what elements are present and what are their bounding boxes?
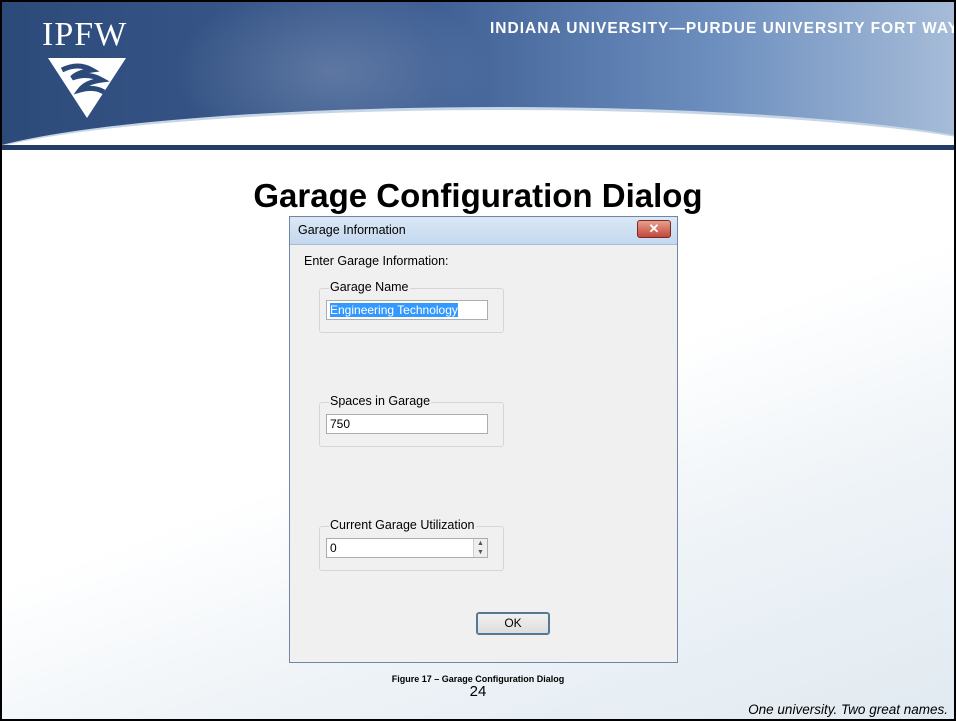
spaces-group: Spaces in Garage 750 (319, 394, 504, 447)
spin-arrows-icon[interactable]: ▲ ▼ (473, 539, 487, 557)
utilization-label: Current Garage Utilization (329, 518, 476, 532)
header-banner: IPFW INDIANA UNIVERSITY—PURDUE UNIVERSIT… (2, 2, 956, 237)
page-number: 24 (469, 683, 487, 700)
garage-name-group: Garage Name Engineering Technology (319, 280, 504, 333)
spaces-label: Spaces in Garage (329, 394, 432, 408)
tagline: One university. Two great names. (748, 702, 948, 717)
garage-name-input[interactable]: Engineering Technology (326, 300, 488, 320)
spaces-input[interactable]: 750 (326, 414, 488, 434)
ok-button[interactable]: OK (476, 612, 550, 635)
slide-title: Garage Configuration Dialog (253, 177, 703, 214)
garage-name-label: Garage Name (329, 280, 410, 294)
close-button[interactable]: ✕ (637, 220, 671, 238)
garage-dialog: Garage Information ✕ Enter Garage Inform… (289, 216, 678, 663)
logo-text: IPFW (42, 16, 128, 53)
dialog-title: Garage Information (298, 223, 406, 237)
university-name: INDIANA UNIVERSITY—PURDUE UNIVERSITY FOR… (490, 20, 956, 37)
logo-emblem (48, 58, 126, 118)
utilization-stepper[interactable]: 0 ▲ ▼ (326, 538, 488, 558)
dialog-titlebar: Garage Information ✕ (290, 217, 677, 245)
utilization-group: Current Garage Utilization 0 ▲ ▼ (319, 518, 504, 571)
slide: IPFW INDIANA UNIVERSITY—PURDUE UNIVERSIT… (0, 0, 956, 721)
dialog-prompt: Enter Garage Information: (304, 254, 449, 268)
